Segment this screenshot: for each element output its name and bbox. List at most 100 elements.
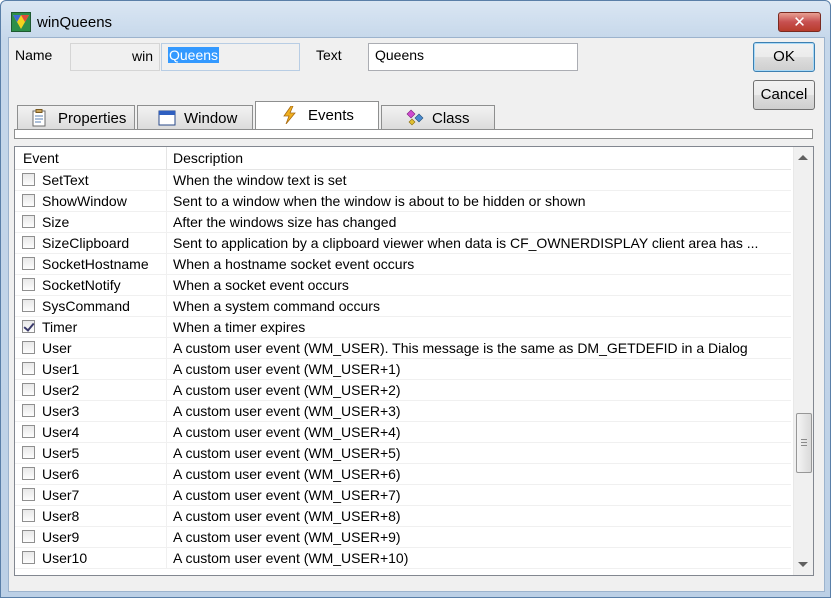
- event-checkbox[interactable]: [22, 215, 35, 228]
- event-name: ShowWindow: [42, 193, 127, 209]
- event-name: User5: [42, 445, 80, 461]
- event-checkbox[interactable]: [22, 299, 35, 312]
- column-header-description[interactable]: Description: [173, 150, 243, 166]
- list-item[interactable]: SetText When the window text is set: [15, 170, 791, 191]
- lightning-icon: [283, 106, 296, 124]
- list-item[interactable]: Timer When a timer expires: [15, 317, 791, 338]
- list-item[interactable]: SizeClipboard Sent to application by a cl…: [15, 233, 791, 254]
- cell-divider: [166, 233, 167, 254]
- event-checkbox[interactable]: [22, 362, 35, 375]
- name-input[interactable]: Queens: [161, 43, 300, 71]
- list-item[interactable]: User2 A custom user event (WM_USER+2): [15, 380, 791, 401]
- list-item[interactable]: User A custom user event (WM_USER). This …: [15, 338, 791, 359]
- event-name: User: [42, 340, 72, 356]
- tab-class[interactable]: Class: [381, 105, 495, 129]
- list-item[interactable]: User10 A custom user event (WM_USER+10): [15, 548, 791, 569]
- event-description: A custom user event (WM_USER+7): [173, 487, 401, 503]
- cell-divider: [166, 317, 167, 338]
- event-checkbox[interactable]: [22, 551, 35, 564]
- event-checkbox[interactable]: [22, 320, 35, 333]
- event-description: When a hostname socket event occurs: [173, 256, 415, 272]
- event-description: A custom user event (WM_USER). This mess…: [173, 340, 748, 356]
- list-item[interactable]: User8 A custom user event (WM_USER+8): [15, 506, 791, 527]
- vertical-scrollbar[interactable]: [793, 147, 813, 575]
- text-input[interactable]: Queens: [368, 43, 578, 71]
- tab-properties[interactable]: Properties: [17, 105, 135, 129]
- cell-divider: [166, 191, 167, 212]
- event-description: When the window text is set: [173, 172, 347, 188]
- event-description: A custom user event (WM_USER+3): [173, 403, 401, 419]
- event-name: Timer: [42, 319, 78, 335]
- tab-window[interactable]: Window: [137, 105, 253, 129]
- event-checkbox[interactable]: [22, 530, 35, 543]
- event-name: User9: [42, 529, 80, 545]
- event-checkbox[interactable]: [22, 488, 35, 501]
- cell-divider: [166, 443, 167, 464]
- close-button[interactable]: ✕: [778, 12, 821, 32]
- list-item[interactable]: User1 A custom user event (WM_USER+1): [15, 359, 791, 380]
- event-checkbox[interactable]: [22, 383, 35, 396]
- event-checkbox[interactable]: [22, 257, 35, 270]
- event-name: SocketHostname: [42, 256, 149, 272]
- list-item[interactable]: User3 A custom user event (WM_USER+3): [15, 401, 791, 422]
- window-icon: [158, 110, 176, 126]
- event-name: User7: [42, 487, 80, 503]
- title-bar[interactable]: winQueens ✕: [1, 1, 830, 37]
- name-prefix-field: win: [70, 43, 160, 71]
- list-item[interactable]: User7 A custom user event (WM_USER+7): [15, 485, 791, 506]
- event-name: SocketNotify: [42, 277, 121, 293]
- list-item[interactable]: SysCommand When a system command occurs: [15, 296, 791, 317]
- cell-divider: [166, 506, 167, 527]
- tab-events-label: Events: [308, 107, 354, 124]
- tab-properties-label: Properties: [58, 110, 127, 127]
- event-checkbox[interactable]: [22, 425, 35, 438]
- list-item[interactable]: User6 A custom user event (WM_USER+6): [15, 464, 791, 485]
- ok-button[interactable]: OK: [753, 42, 815, 72]
- list-item[interactable]: User4 A custom user event (WM_USER+4): [15, 422, 791, 443]
- event-checkbox[interactable]: [22, 467, 35, 480]
- close-icon: ✕: [793, 14, 806, 31]
- text-value: Queens: [375, 47, 425, 63]
- event-name: SetText: [42, 172, 89, 188]
- cell-divider: [166, 548, 167, 569]
- event-description: After the windows size has changed: [173, 214, 397, 230]
- event-checkbox[interactable]: [22, 446, 35, 459]
- list-item[interactable]: User5 A custom user event (WM_USER+5): [15, 443, 791, 464]
- list-item[interactable]: User9 A custom user event (WM_USER+9): [15, 527, 791, 548]
- tab-events[interactable]: Events: [255, 101, 379, 129]
- scroll-thumb[interactable]: [796, 413, 812, 473]
- column-divider[interactable]: [166, 147, 167, 169]
- event-description: A custom user event (WM_USER+4): [173, 424, 401, 440]
- name-value: Queens: [168, 47, 220, 63]
- column-header-event[interactable]: Event: [23, 150, 59, 166]
- name-prefix: win: [131, 48, 153, 64]
- event-name: Size: [42, 214, 70, 230]
- event-description: When a socket event occurs: [173, 277, 349, 293]
- list-item[interactable]: SocketHostname When a hostname socket eve…: [15, 254, 791, 275]
- scroll-down-icon[interactable]: [798, 562, 808, 567]
- cancel-button[interactable]: Cancel: [753, 80, 815, 110]
- event-description: Sent to a window when the window is abou…: [173, 193, 586, 209]
- event-checkbox[interactable]: [22, 278, 35, 291]
- event-description: A custom user event (WM_USER+1): [173, 361, 401, 377]
- event-checkbox[interactable]: [22, 173, 35, 186]
- event-name: User8: [42, 508, 80, 524]
- event-checkbox[interactable]: [22, 509, 35, 522]
- cell-divider: [166, 485, 167, 506]
- events-list[interactable]: Event Description SetText When the window…: [14, 146, 814, 576]
- list-item[interactable]: ShowWindow Sent to a window when the wind…: [15, 191, 791, 212]
- window-title: winQueens: [37, 14, 113, 31]
- event-checkbox[interactable]: [22, 341, 35, 354]
- event-checkbox[interactable]: [22, 194, 35, 207]
- event-checkbox[interactable]: [22, 236, 35, 249]
- scroll-up-icon[interactable]: [798, 155, 808, 160]
- cell-divider: [166, 212, 167, 233]
- list-item[interactable]: Size After the windows size has changed: [15, 212, 791, 233]
- event-name: User1: [42, 361, 80, 377]
- event-checkbox[interactable]: [22, 404, 35, 417]
- name-label: Name: [15, 47, 53, 63]
- event-description: A custom user event (WM_USER+8): [173, 508, 401, 524]
- cell-divider: [166, 359, 167, 380]
- event-name: User2: [42, 382, 80, 398]
- list-item[interactable]: SocketNotify When a socket event occurs: [15, 275, 791, 296]
